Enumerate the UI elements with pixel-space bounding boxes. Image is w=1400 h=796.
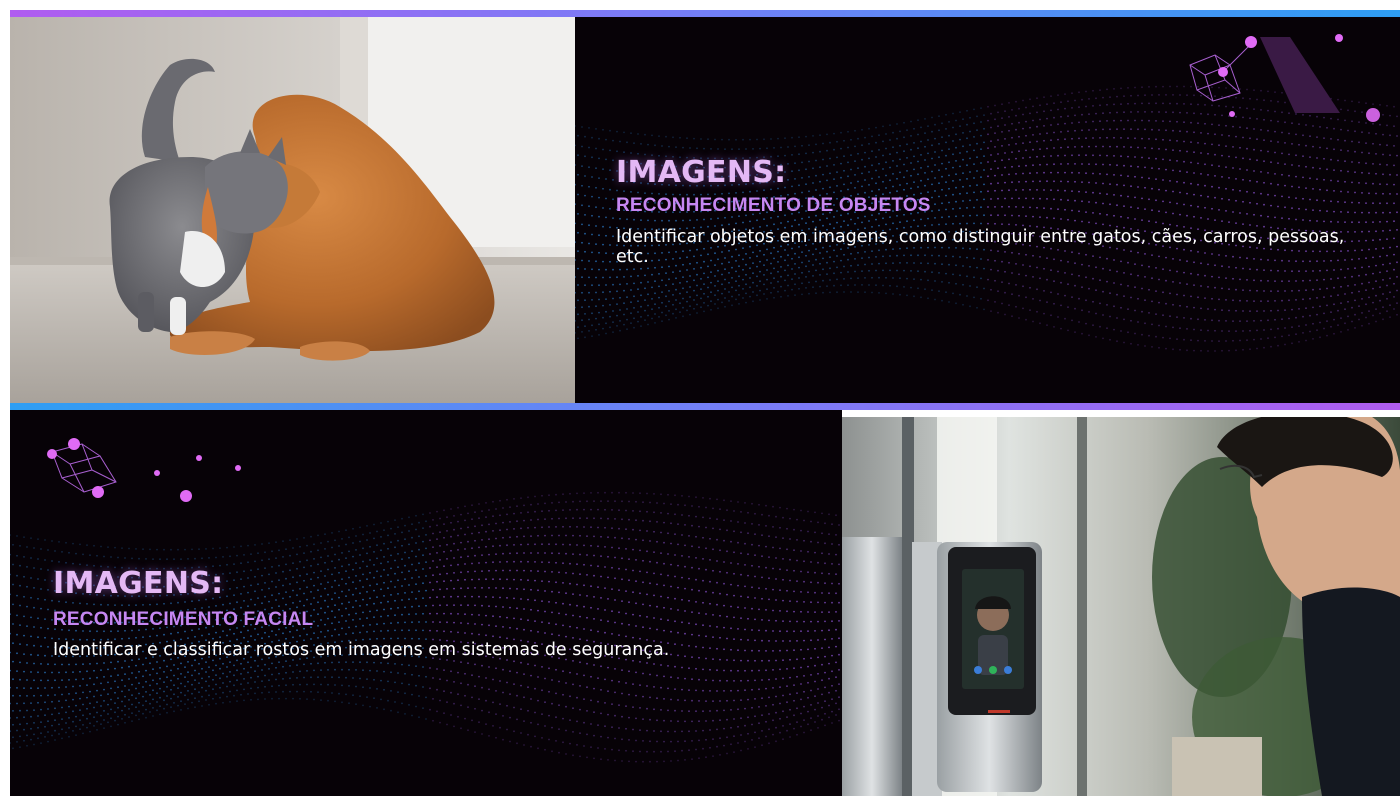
top-accent-bar (10, 10, 1400, 17)
decorative-cube-icon (47, 438, 241, 502)
bottom-slide-description: Identificar e classificar rostos em imag… (53, 640, 670, 660)
bottom-dark-panel: IMAGENS: RECONHECIMENTO FACIAL Identific… (10, 410, 842, 796)
facial-recognition-photo (842, 417, 1400, 796)
bottom-slide-subtitle: RECONHECIMENTO FACIAL (53, 609, 314, 630)
bottom-accent-bar (10, 403, 1400, 410)
top-dark-panel: IMAGENS: RECONHECIMENTO DE OBJETOS Ident… (575, 17, 1400, 403)
bottom-slide-title: IMAGENS: (53, 566, 224, 601)
cat-and-dog-photo (10, 17, 575, 403)
top-slide-subtitle: RECONHECIMENTO DE OBJETOS (616, 195, 931, 216)
decorative-cube-icon (1189, 34, 1380, 122)
top-slide-title: IMAGENS: (616, 155, 787, 190)
top-slide-description: Identificar objetos em imagens, como dis… (616, 227, 1345, 267)
